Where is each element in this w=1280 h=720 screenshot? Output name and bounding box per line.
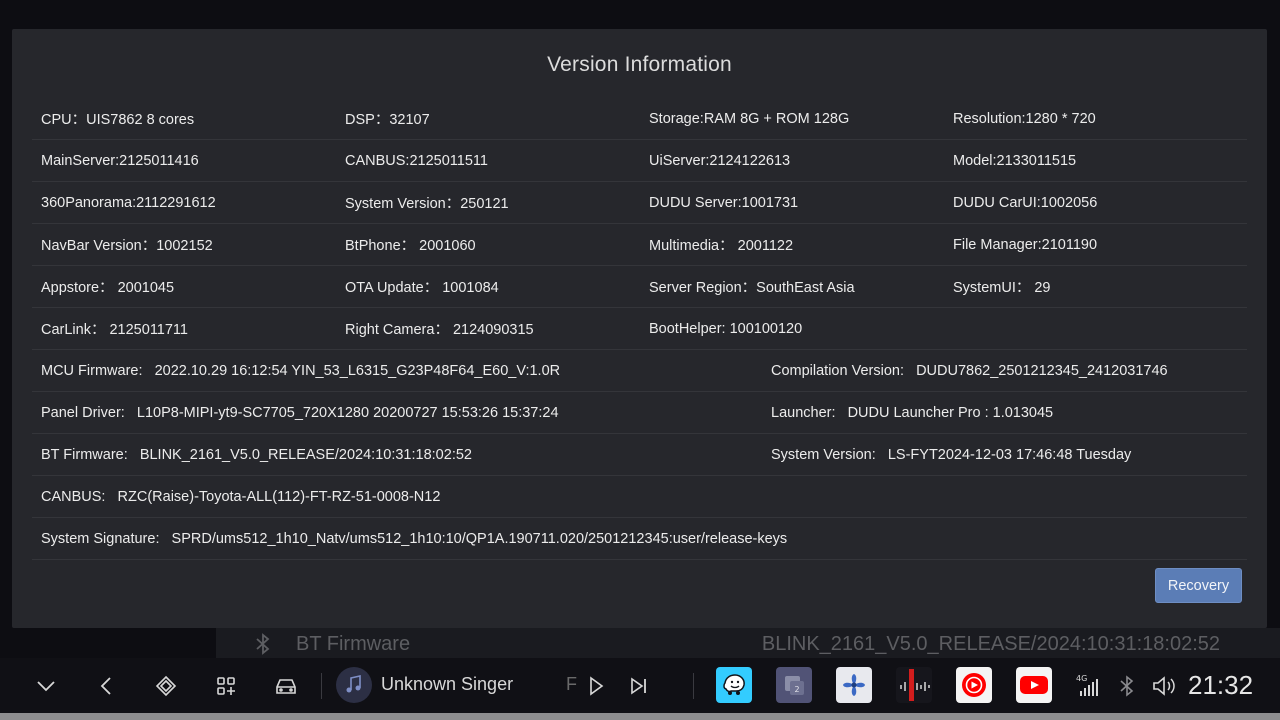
info-cell: Panel Driver: L10P8-MIPI-yt9-SC7705_720X… xyxy=(41,404,559,421)
app-badge: 2 xyxy=(794,685,799,694)
divider xyxy=(321,673,322,699)
info-row-wide: MCU Firmware: 2022.10.29 16:12:54 YIN_53… xyxy=(32,350,1247,392)
info-cell: CPU：UIS7862 8 cores xyxy=(41,112,195,128)
car-icon[interactable] xyxy=(264,658,308,713)
signal-icon: 4G xyxy=(1072,658,1104,713)
home-icon[interactable] xyxy=(144,658,188,713)
info-cell: BootHelper: 100100120 xyxy=(649,320,803,337)
background-value: BLINK_2161_V5.0_RELEASE/2024:10:31:18:02… xyxy=(761,632,1220,655)
background-row: BT Firmware BLINK_2161_V5.0_RELEASE/2024… xyxy=(250,630,1240,658)
info-cell: Server Region：SouthEast Asia xyxy=(649,280,855,296)
download-icon[interactable] xyxy=(24,658,68,713)
recovery-button[interactable]: Recovery xyxy=(1155,568,1242,603)
info-cell: SystemUI： 29 xyxy=(953,280,1051,296)
info-cell: 360Panorama:2112291612 xyxy=(41,194,216,211)
taskbar: Unknown Singer F 2 4G 21:32 xyxy=(0,658,1280,713)
divider xyxy=(693,673,694,699)
file-manager-icon[interactable]: 2 xyxy=(776,667,812,703)
info-cell: Appstore： 2001045 xyxy=(41,280,175,296)
info-cell: BT Firmware: BLINK_2161_V5.0_RELEASE/202… xyxy=(41,446,472,463)
info-cell: DUDU CarUI:1002056 xyxy=(953,194,1098,211)
next-icon[interactable] xyxy=(617,658,661,713)
dialog-title: Version Information xyxy=(547,53,732,76)
singer-name: Unknown Singer xyxy=(381,674,514,694)
bluetooth-icon xyxy=(250,631,276,657)
info-cell: Launcher: DUDU Launcher Pro : 1.013045 xyxy=(771,404,1054,421)
info-rows: CPU：UIS7862 8 cores DSP：32107 Storage:RA… xyxy=(32,98,1247,560)
volume-icon[interactable] xyxy=(1150,658,1178,713)
info-cell: System Version：250121 xyxy=(345,196,509,212)
info-cell: Compilation Version: DUDU7862_2501212345… xyxy=(771,362,1168,379)
play-icon[interactable] xyxy=(574,658,618,713)
info-cell: CarLink： 2125011711 xyxy=(41,322,188,338)
info-row-wide: Panel Driver: L10P8-MIPI-yt9-SC7705_720X… xyxy=(32,392,1247,434)
bluetooth-icon[interactable] xyxy=(1114,658,1140,713)
info-cell: NavBar Version：1002152 xyxy=(41,238,213,254)
info-row-wide: BT Firmware: BLINK_2161_V5.0_RELEASE/202… xyxy=(32,434,1247,476)
clock: 21:32 xyxy=(1188,670,1254,700)
info-row: Appstore： 2001045 OTA Update： 1001084 Se… xyxy=(32,266,1247,308)
screen-edge xyxy=(0,713,1280,720)
info-cell: MainServer:2125011416 xyxy=(41,152,199,169)
info-cell: Storage:RAM 8G + ROM 128G xyxy=(649,110,850,127)
info-cell: CANBUS:2125011511 xyxy=(345,152,488,169)
info-cell: Right Camera： 2124090315 xyxy=(345,322,534,338)
youtube-music-icon[interactable] xyxy=(956,667,992,703)
info-cell: System Version: LS-FYT2024-12-03 17:46:4… xyxy=(771,446,1132,463)
background-label: BT Firmware xyxy=(296,632,411,655)
info-cell: OTA Update： 1001084 xyxy=(345,280,499,296)
info-cell: DSP：32107 xyxy=(345,112,430,128)
info-row: MainServer:2125011416 CANBUS:2125011511 … xyxy=(32,140,1247,182)
network-type: 4G xyxy=(1076,674,1087,683)
equalizer-icon[interactable] xyxy=(896,667,932,703)
info-cell: System Signature: SPRD/ums512_1h10_Natv/… xyxy=(41,530,788,547)
info-cell: MCU Firmware: 2022.10.29 16:12:54 YIN_53… xyxy=(41,362,561,379)
info-row: 360Panorama:2112291612 System Version：25… xyxy=(32,182,1247,224)
info-row-full: System Signature: SPRD/ums512_1h10_Natv/… xyxy=(32,518,1247,560)
info-cell: BtPhone： 2001060 xyxy=(345,238,476,254)
fan-icon[interactable] xyxy=(836,667,872,703)
back-icon[interactable] xyxy=(84,658,128,713)
info-row: CarLink： 2125011711 Right Camera： 212409… xyxy=(32,308,1247,350)
info-cell: File Manager:2101190 xyxy=(953,236,1098,253)
info-row: NavBar Version：1002152 BtPhone： 2001060 … xyxy=(32,224,1247,266)
info-cell: CANBUS: RZC(Raise)-Toyota-ALL(112)-FT-RZ… xyxy=(41,488,441,505)
version-info-dialog: Version Information CPU：UIS7862 8 cores … xyxy=(12,29,1267,628)
apps-icon[interactable] xyxy=(204,658,248,713)
info-cell: Model:2133011515 xyxy=(953,152,1077,169)
info-row-full: CANBUS: RZC(Raise)-Toyota-ALL(112)-FT-RZ… xyxy=(32,476,1247,518)
music-note-icon[interactable] xyxy=(336,667,372,703)
info-cell: Resolution:1280 * 720 xyxy=(953,110,1096,127)
info-cell: Multimedia： 2001122 xyxy=(649,238,794,254)
youtube-icon[interactable] xyxy=(1016,667,1052,703)
info-cell: DUDU Server:1001731 xyxy=(649,194,799,211)
waze-icon[interactable] xyxy=(716,667,752,703)
info-cell: UiServer:2124122613 xyxy=(649,152,791,169)
info-row: CPU：UIS7862 8 cores DSP：32107 Storage:RA… xyxy=(32,98,1247,140)
